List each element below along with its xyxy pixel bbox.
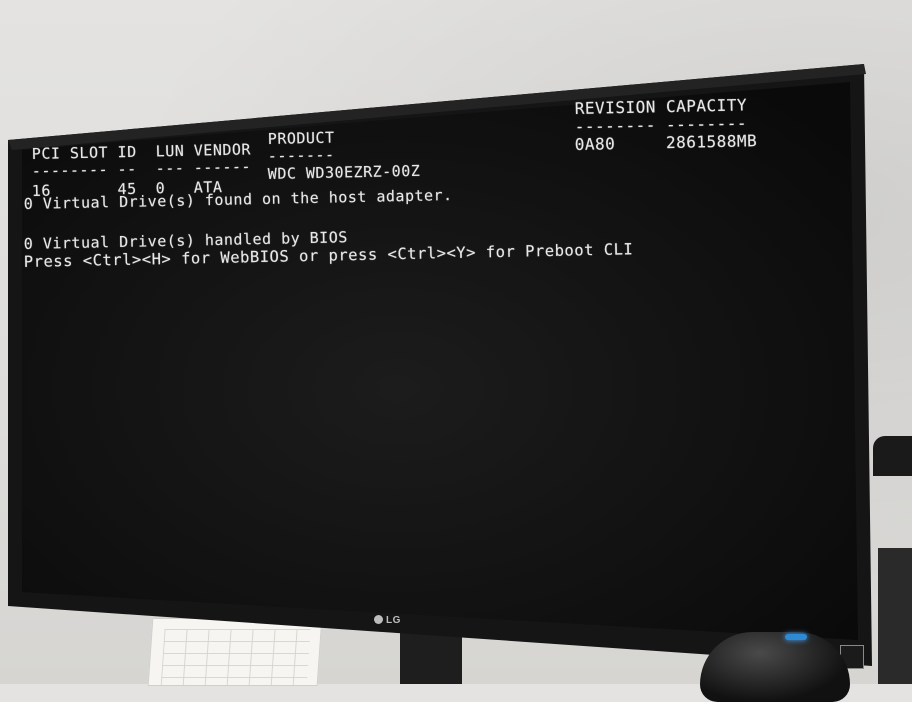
monitor: PCI SLOT ID LUN VENDOR -------- -- --- -… (0, 0, 912, 684)
bios-screen: PCI SLOT ID LUN VENDOR -------- -- --- -… (0, 0, 912, 684)
lg-logo-icon (374, 615, 383, 624)
table-header-rule: -------- -- --- ------ (31, 157, 252, 180)
mouse-led (785, 634, 807, 640)
mouse (700, 632, 850, 702)
revision-capacity-value: 0A80 2861588MB (574, 131, 758, 154)
lg-logo: LG (374, 615, 401, 626)
brand-label: LG (386, 615, 401, 626)
product-value: WDC WD30EZRZ-00Z (267, 161, 421, 183)
product-header-rule: ------- (267, 145, 335, 165)
